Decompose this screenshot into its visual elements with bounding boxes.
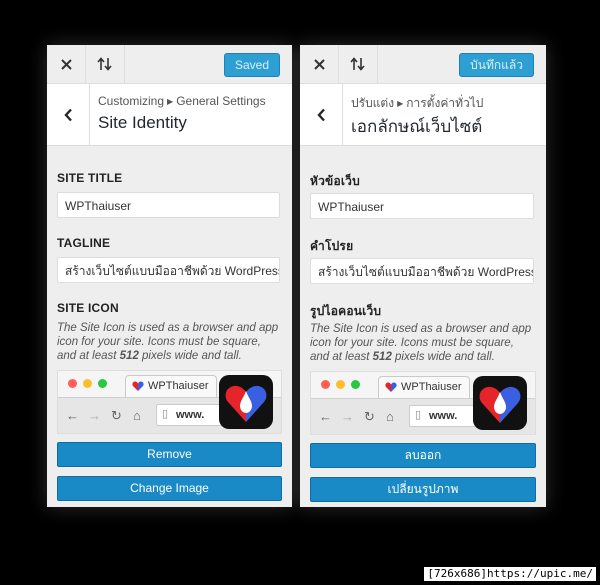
browser-tab-title: WPThaiuser	[148, 380, 209, 392]
tagline-label: TAGLINE	[57, 236, 111, 250]
customizer-top-bar: บันทึกแล้ว	[300, 45, 546, 84]
back-button[interactable]	[47, 84, 90, 145]
site-logo-icon	[225, 385, 267, 422]
forward-arrow-icon: →	[88, 408, 101, 423]
section-content: หัวข้อเว็บ WPThaiuser คำโปรย สร้างเว็บไซ…	[300, 146, 546, 507]
reload-icon: ↻	[364, 409, 375, 424]
desc-text-end: pixels wide and tall.	[391, 351, 495, 363]
site-title-input[interactable]: WPThaiuser	[57, 192, 280, 218]
customizer-top-bar: Saved	[47, 45, 292, 84]
favicon-icon	[132, 381, 144, 391]
customizer-panel-thai: บันทึกแล้ว ปรับแต่ง ▶ การตั้งค่าทั่วไป เอก…	[300, 45, 546, 507]
site-icon-description: The Site Icon is used as a browser and a…	[57, 321, 282, 363]
chevron-left-icon	[63, 108, 72, 121]
site-title-label: SITE TITLE	[57, 171, 123, 185]
breadcrumb-arrow-icon: ▶	[167, 97, 174, 106]
home-icon: ⌂	[133, 408, 141, 423]
back-arrow-icon: ←	[66, 408, 79, 423]
breadcrumb: Customizing ▶ General Settings	[98, 94, 266, 108]
tagline-label: คำโปรย	[310, 239, 354, 253]
back-arrow-icon: ←	[319, 409, 332, 424]
site-icon-label: SITE ICON	[57, 301, 119, 315]
app-icon-preview	[473, 376, 527, 430]
saved-button[interactable]: บันทึกแล้ว	[459, 53, 534, 77]
reorder-button[interactable]	[86, 45, 125, 83]
breadcrumb: ปรับแต่ง ▶ การตั้งค่าทั่วไป	[351, 94, 483, 113]
remove-button[interactable]: Remove	[57, 442, 282, 467]
reorder-button[interactable]	[339, 45, 378, 83]
close-icon	[60, 58, 72, 70]
close-button[interactable]	[300, 45, 339, 83]
minimize-dot-icon	[83, 379, 92, 388]
app-icon-preview	[219, 375, 273, 429]
section-header: ปรับแต่ง ▶ การตั้งค่าทั่วไป เอกลักษณ์เว็บไ…	[300, 84, 546, 146]
close-icon	[313, 58, 325, 70]
desc-text-end: pixels wide and tall.	[138, 350, 242, 362]
address-text: www.	[429, 410, 458, 422]
tagline-input[interactable]: สร้างเว็บไซต์แบบมืออาชีพด้วย WordPress	[57, 257, 280, 283]
maximize-dot-icon	[98, 379, 107, 388]
page-icon: ▯	[162, 408, 169, 420]
site-icon-preview: WPThaiuser ← → ↻ ⌂ ▯ www.	[57, 370, 282, 434]
change-image-button[interactable]: เปลี่ยนรูปภาพ	[310, 477, 536, 502]
minimize-dot-icon	[336, 380, 345, 389]
reload-icon: ↻	[111, 408, 122, 423]
site-icon-description: The Site Icon is used as a browser and a…	[310, 322, 536, 364]
back-button[interactable]	[300, 84, 343, 145]
maximize-dot-icon	[351, 380, 360, 389]
tagline-input[interactable]: สร้างเว็บไซต์แบบมืออาชีพด้วย WordPress	[310, 258, 534, 284]
section-content: SITE TITLE WPThaiuser TAGLINE สร้างเว็บไ…	[47, 146, 292, 507]
site-icon-label: รูปไอคอนเว็บ	[310, 304, 382, 318]
site-icon-preview: WPThaiuser ← → ↻ ⌂ ▯ www.	[310, 371, 536, 435]
close-button[interactable]	[47, 45, 86, 83]
address-text: www.	[176, 409, 205, 421]
favicon-icon	[385, 382, 397, 392]
watermark: [726x686]https://upic.me/	[424, 567, 596, 581]
breadcrumb-section: General Settings	[176, 94, 266, 108]
desc-size: 512	[119, 350, 139, 362]
home-icon: ⌂	[386, 409, 394, 424]
page-icon: ▯	[415, 409, 422, 421]
sort-arrows-icon	[350, 57, 365, 71]
breadcrumb-arrow-icon: ▶	[397, 99, 404, 108]
close-dot-icon	[68, 379, 77, 388]
section-title: Site Identity	[98, 113, 187, 132]
site-logo-icon	[479, 386, 521, 423]
breadcrumb-root: Customizing	[98, 94, 165, 108]
site-title-label: หัวข้อเว็บ	[310, 174, 360, 188]
breadcrumb-section: การตั้งค่าทั่วไป	[406, 96, 484, 110]
section-header: Customizing ▶ General Settings Site Identi…	[47, 84, 292, 146]
close-dot-icon	[321, 380, 330, 389]
desc-size: 512	[372, 351, 392, 363]
site-title-input[interactable]: WPThaiuser	[310, 193, 534, 219]
sort-arrows-icon	[97, 57, 112, 71]
saved-button[interactable]: Saved	[223, 53, 280, 77]
forward-arrow-icon: →	[341, 409, 354, 424]
customizer-panel-english: Saved Customizing ▶ General Settings Site …	[47, 45, 292, 507]
change-image-button[interactable]: Change Image	[57, 476, 282, 501]
chevron-left-icon	[316, 108, 325, 121]
browser-tab-title: WPThaiuser	[401, 381, 462, 393]
section-title: เอกลักษณ์เว็บไซต์	[351, 117, 483, 136]
remove-button[interactable]: ลบออก	[310, 443, 536, 468]
breadcrumb-root: ปรับแต่ง	[351, 96, 395, 110]
